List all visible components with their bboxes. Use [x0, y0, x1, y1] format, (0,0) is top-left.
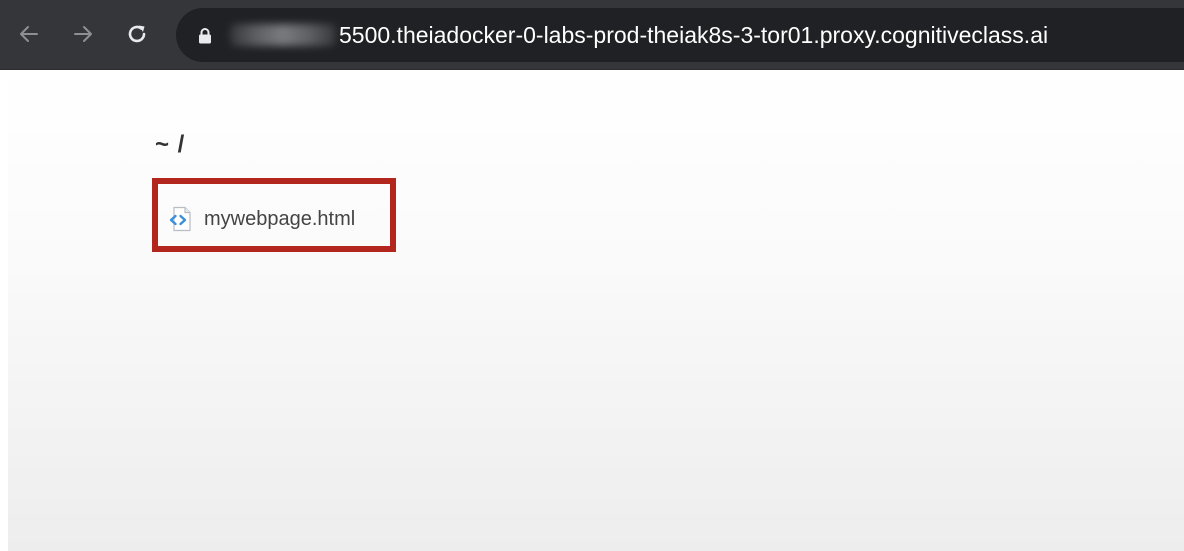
- back-arrow-icon: [20, 26, 38, 42]
- forward-button[interactable]: [64, 15, 102, 53]
- address-bar[interactable]: 5500.theiadocker-0-labs-prod-theiak8s-3-…: [176, 8, 1184, 62]
- back-button[interactable]: [10, 15, 48, 53]
- url-text[interactable]: 5500.theiadocker-0-labs-prod-theiak8s-3-…: [339, 20, 1048, 50]
- html-file-icon: [168, 206, 196, 232]
- reload-button[interactable]: [118, 15, 156, 53]
- file-list-item[interactable]: mywebpage.html: [168, 206, 355, 232]
- browser-toolbar: 5500.theiadocker-0-labs-prod-theiak8s-3-…: [0, 0, 1184, 70]
- forward-arrow-icon: [74, 26, 92, 42]
- file-name-link[interactable]: mywebpage.html: [204, 208, 355, 231]
- redacted-url-segment: [230, 24, 336, 46]
- lock-icon[interactable]: [198, 27, 212, 49]
- reload-icon: [128, 25, 146, 43]
- directory-path-title: ~ /: [155, 131, 186, 158]
